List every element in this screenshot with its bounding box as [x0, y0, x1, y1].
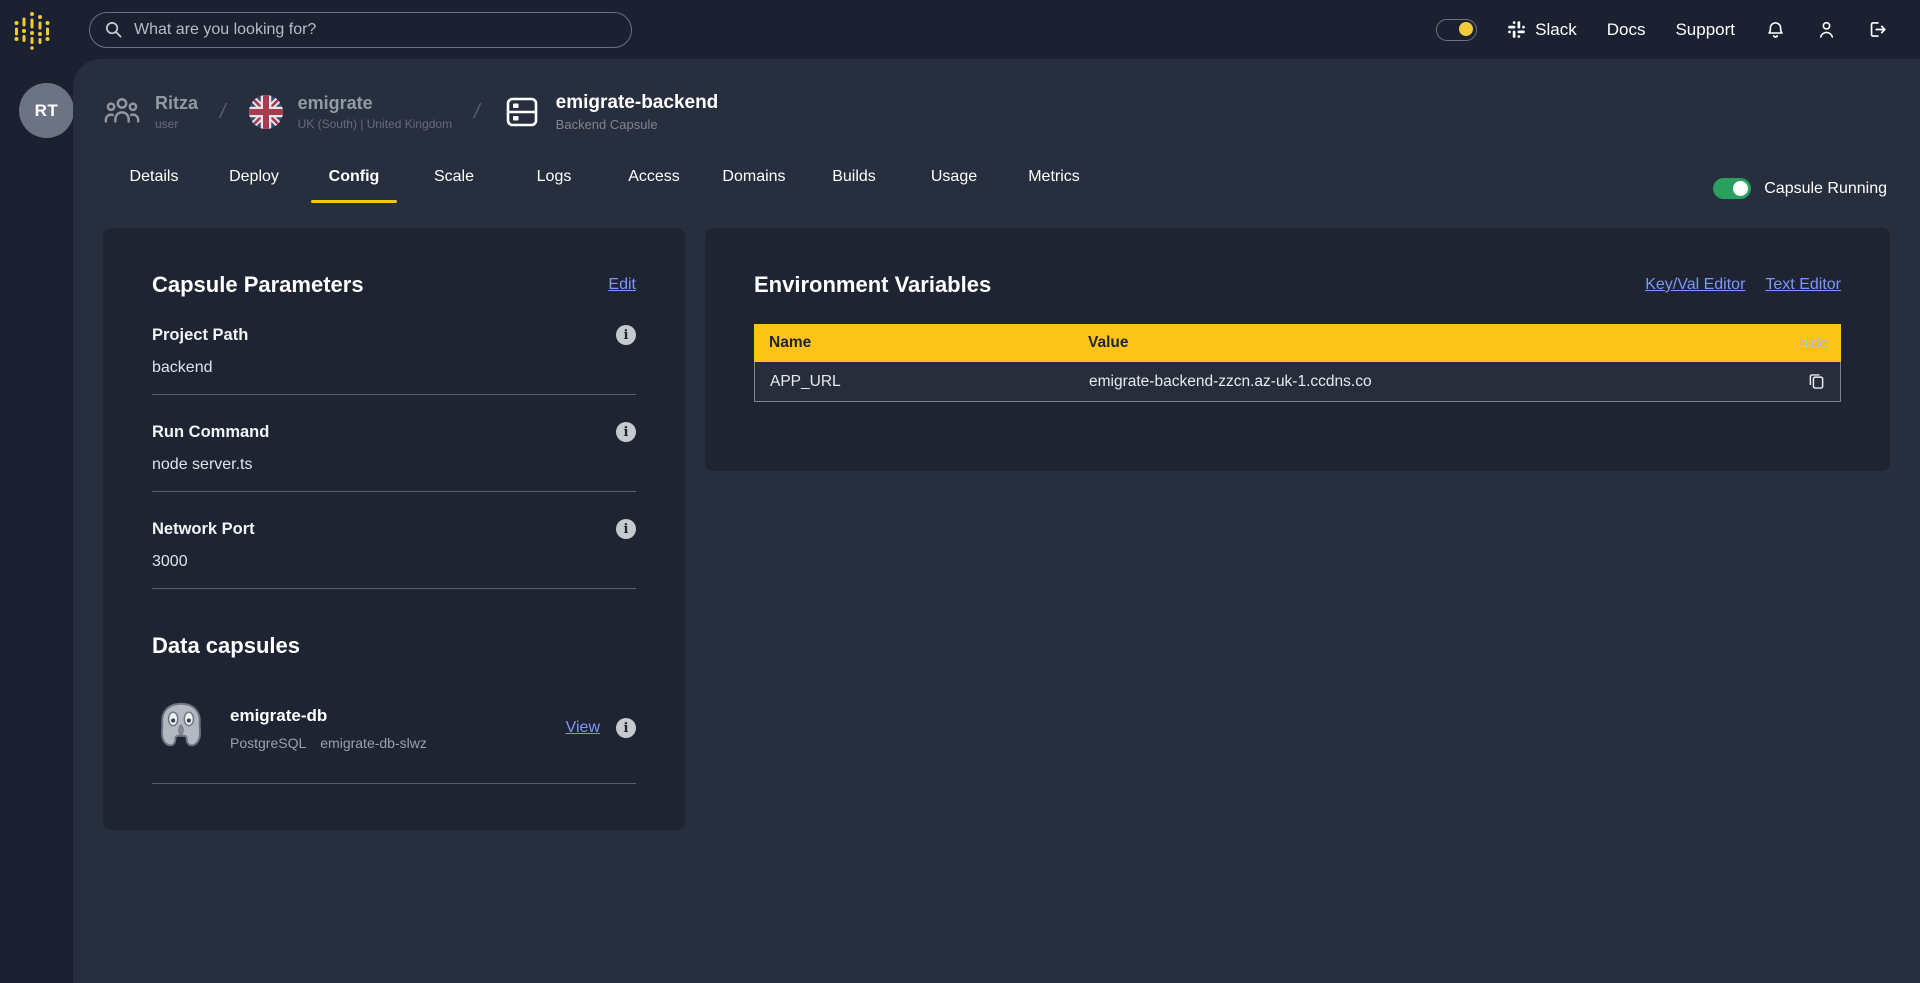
navbar-right-cluster: Slack Docs Support	[1436, 18, 1920, 41]
uk-flag-icon	[248, 94, 284, 130]
global-search[interactable]	[89, 11, 632, 48]
data-capsule-name: emigrate-db	[230, 705, 328, 725]
param-run-command: Run Command i node server.ts	[152, 422, 636, 492]
slack-link[interactable]: Slack	[1507, 20, 1577, 40]
account-button[interactable]	[1816, 19, 1837, 40]
slack-label: Slack	[1535, 19, 1577, 39]
breadcrumb-separator: /	[474, 100, 480, 123]
main-content: Ritza user / emigrate UK (South) | Unite…	[73, 59, 1920, 983]
copy-value-button[interactable]	[1806, 371, 1827, 392]
divider	[152, 588, 636, 589]
tab-config[interactable]: Config	[304, 160, 404, 203]
column-header-name: Name	[769, 334, 812, 351]
logout-icon	[1867, 19, 1888, 40]
capsule-parameters-panel: Capsule Parameters Edit Project Path i b…	[103, 228, 685, 830]
divider	[152, 491, 636, 492]
divider	[152, 783, 636, 784]
env-var-row: APP_URL emigrate-backend-zzcn.az-uk-1.cc…	[754, 362, 1841, 402]
breadcrumb: Ritza user / emigrate UK (South) | Unite…	[103, 92, 718, 132]
bell-icon	[1765, 19, 1786, 40]
docs-link[interactable]: Docs	[1607, 20, 1646, 40]
info-icon[interactable]: i	[616, 519, 636, 539]
param-project-path: Project Path i backend	[152, 325, 636, 395]
team-name: Ritza	[155, 93, 199, 114]
env-table-header: Name Value hide	[754, 324, 1841, 362]
param-value: 3000	[152, 553, 188, 570]
tab-usage[interactable]: Usage	[904, 160, 1004, 203]
tab-domains[interactable]: Domains	[704, 160, 804, 203]
data-capsule-type: PostgreSQL	[230, 734, 307, 751]
breadcrumb-capsule[interactable]: emigrate-backend Backend Capsule	[502, 92, 719, 132]
person-icon	[1816, 19, 1837, 40]
tab-details[interactable]: Details	[104, 160, 204, 203]
param-value: backend	[152, 359, 213, 376]
param-label: Run Command	[152, 422, 270, 441]
breadcrumb-separator: /	[220, 100, 226, 123]
space-region: UK (South) | United Kingdom	[297, 116, 453, 131]
env-var-name: APP_URL	[770, 372, 841, 390]
slack-icon	[1507, 20, 1526, 39]
view-data-capsule-link[interactable]: View	[566, 719, 600, 737]
capsule-status: Capsule Running	[1713, 178, 1887, 199]
env-var-value: emigrate-backend-zzcn.az-uk-1.ccdns.co	[1089, 372, 1372, 390]
info-icon[interactable]: i	[616, 718, 636, 738]
search-input[interactable]	[132, 19, 617, 40]
capsule-name: emigrate-backend	[555, 92, 719, 114]
tab-metrics[interactable]: Metrics	[1004, 160, 1104, 203]
theme-toggle[interactable]	[1436, 18, 1478, 41]
tab-access[interactable]: Access	[604, 160, 704, 203]
data-capsule-row: emigrate-db PostgreSQL emigrate-db-slwz …	[152, 699, 636, 757]
user-avatar[interactable]: RT	[19, 83, 74, 138]
environment-variables-title: Environment Variables	[754, 272, 992, 297]
theme-toggle-knob	[1459, 21, 1474, 36]
data-capsules-title: Data capsules	[152, 633, 300, 658]
environment-variables-panel: Environment Variables Key/Val Editor Tex…	[705, 228, 1890, 471]
toggle-knob	[1733, 181, 1749, 196]
data-capsule-instance: emigrate-db-slwz	[320, 734, 427, 751]
capsule-status-label: Capsule Running	[1764, 179, 1887, 197]
info-icon[interactable]: i	[616, 325, 636, 345]
tab-scale[interactable]: Scale	[404, 160, 504, 203]
left-sidebar	[0, 59, 73, 983]
breadcrumb-space[interactable]: emigrate UK (South) | United Kingdom	[248, 93, 453, 131]
notifications-button[interactable]	[1765, 19, 1786, 40]
top-navbar: Slack Docs Support	[0, 0, 1920, 59]
postgres-icon	[152, 699, 210, 757]
capsule-type: Backend Capsule	[555, 116, 658, 132]
tab-logs[interactable]: Logs	[504, 160, 604, 203]
column-header-value: Value	[1088, 334, 1129, 351]
tab-builds[interactable]: Builds	[804, 160, 904, 203]
param-network-port: Network Port i 3000	[152, 519, 636, 589]
keyval-editor-link[interactable]: Key/Val Editor	[1645, 276, 1745, 294]
app-logo-icon[interactable]	[9, 7, 55, 53]
param-label: Project Path	[152, 325, 249, 344]
team-role: user	[155, 116, 179, 131]
team-icon	[103, 93, 141, 131]
param-label: Network Port	[152, 519, 255, 538]
edit-parameters-link[interactable]: Edit	[608, 276, 636, 294]
search-icon	[104, 20, 123, 39]
param-value: node server.ts	[152, 456, 253, 473]
support-link[interactable]: Support	[1675, 20, 1735, 40]
space-name: emigrate	[297, 93, 373, 114]
logout-button[interactable]	[1867, 19, 1888, 40]
info-icon[interactable]: i	[616, 422, 636, 442]
hide-values-link[interactable]: hide	[1800, 335, 1828, 352]
breadcrumb-team[interactable]: Ritza user	[103, 93, 198, 131]
divider	[152, 394, 636, 395]
capsule-tabs: Details Deploy Config Scale Logs Access …	[104, 160, 1104, 203]
capsule-running-toggle[interactable]	[1713, 178, 1752, 199]
text-editor-link[interactable]: Text Editor	[1765, 276, 1841, 294]
capsule-parameters-title: Capsule Parameters	[152, 272, 364, 297]
tab-deploy[interactable]: Deploy	[204, 160, 304, 203]
capsule-icon	[502, 92, 542, 132]
env-vars-table: Name Value hide APP_URL emigrate-backend…	[754, 324, 1841, 402]
